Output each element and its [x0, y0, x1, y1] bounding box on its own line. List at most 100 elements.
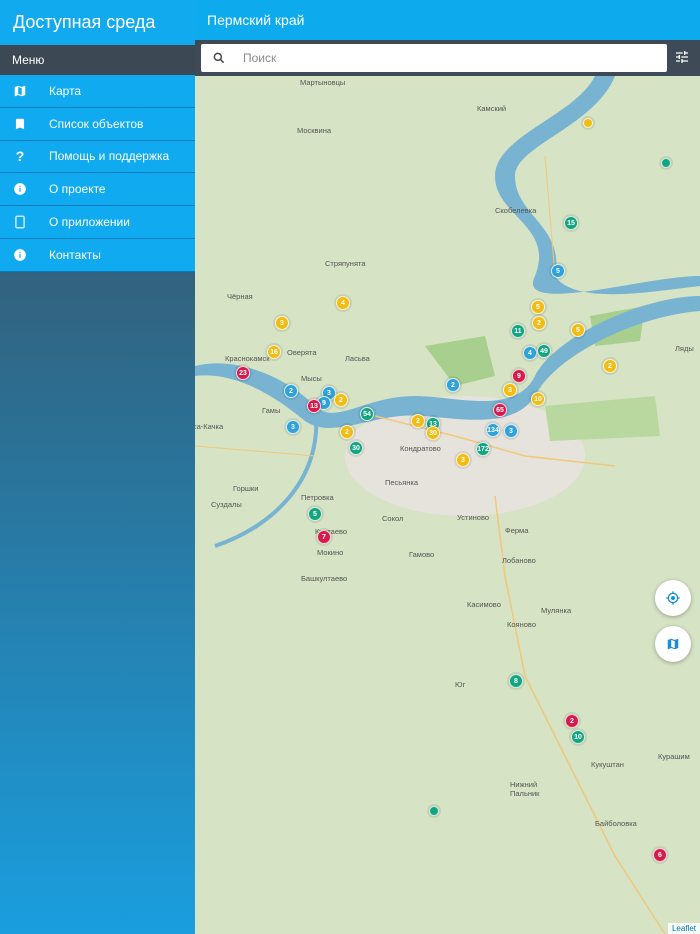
map-marker[interactable]: 54 [360, 407, 374, 421]
map-marker[interactable]: 23 [236, 366, 250, 380]
filter-icon[interactable] [674, 49, 692, 67]
map-place-label: Стряпунята [325, 259, 366, 268]
map-marker[interactable] [661, 158, 671, 168]
sidebar-item-label: Контакты [49, 247, 101, 262]
map-marker[interactable]: 3 [275, 316, 289, 330]
map-place-label: Кукуштан [591, 760, 624, 769]
map-place-label: Камский [477, 104, 507, 113]
map-place-label: Горшки [233, 484, 259, 493]
menu-label: Меню [0, 45, 195, 75]
map-place-label: Мысы [301, 374, 322, 383]
bookmark-icon [2, 117, 38, 131]
map-place-label: Чёрная [227, 292, 253, 301]
map-layers-button[interactable] [655, 626, 691, 662]
map-place-label: Устиново [457, 513, 490, 522]
map-marker[interactable]: 15 [564, 216, 578, 230]
map-marker[interactable]: 2 [340, 425, 354, 439]
app-title: Доступная среда [0, 0, 195, 45]
map-marker[interactable]: 4 [523, 346, 537, 360]
map-marker[interactable]: 49 [537, 344, 551, 358]
search-box[interactable] [201, 44, 667, 72]
location-target-icon [666, 591, 680, 605]
map-marker[interactable]: 5 [531, 300, 545, 314]
map-place-label: Оса-Качка [195, 422, 224, 431]
map-marker[interactable]: 10 [531, 392, 545, 406]
sidebar-item-map[interactable]: Карта [0, 75, 195, 108]
info-icon [2, 182, 38, 196]
map-view[interactable]: Мартыновцы Камский Москвина Краснокамск … [195, 76, 700, 934]
map-place-label: Суздалы [211, 500, 242, 509]
sidebar-item-about-project[interactable]: О проекте [0, 173, 195, 207]
map-marker[interactable]: 30 [426, 426, 440, 440]
map-place-label: Ласьва [345, 354, 370, 363]
search-input[interactable] [243, 51, 643, 65]
map-marker[interactable]: 2 [603, 359, 617, 373]
tablet-icon [2, 215, 38, 229]
map-marker[interactable]: 3 [456, 453, 470, 467]
search-bar [195, 40, 700, 76]
map-marker[interactable]: 5 [308, 507, 322, 521]
map-marker[interactable]: 2 [565, 714, 579, 728]
map-place-label: Сокол [382, 514, 404, 523]
info-icon [2, 248, 38, 262]
map-marker[interactable] [583, 118, 593, 128]
region-title: Пермский край [195, 0, 700, 40]
map-marker[interactable]: 16 [267, 345, 281, 359]
map-marker[interactable] [429, 806, 439, 816]
sidebar-item-objects-list[interactable]: Список объектов [0, 107, 195, 141]
map-place-label: Кояново [507, 620, 536, 629]
sidebar-item-label: Помощь и поддержка [49, 149, 170, 164]
map-place-label: Петровка [301, 493, 334, 502]
sidebar: Доступная среда Меню Карта Список объект… [0, 0, 195, 934]
search-icon [201, 51, 237, 65]
map-attribution[interactable]: Leaflet [667, 923, 700, 934]
sidebar-item-about-app[interactable]: О приложении [0, 206, 195, 239]
map-marker[interactable]: 3 [286, 420, 300, 434]
map-place-label: Башкултаево [301, 574, 348, 583]
map-place-label: Кондратово [400, 444, 441, 453]
sidebar-item-label: О приложении [49, 215, 130, 230]
map-marker[interactable]: 2 [284, 384, 298, 398]
map-place-label: Нижний Пальник [510, 780, 540, 798]
sidebar-item-label: Карта [49, 83, 82, 98]
map-marker[interactable]: 2 [532, 316, 546, 330]
map-marker[interactable]: 3 [503, 383, 517, 397]
map-marker[interactable]: 7 [317, 530, 331, 544]
map-marker[interactable]: 172 [476, 442, 490, 456]
sidebar-item-contacts[interactable]: Контакты [0, 238, 195, 272]
map-marker[interactable]: 13 [307, 399, 321, 413]
map-marker[interactable]: 11 [511, 324, 525, 338]
map-marker[interactable]: 2 [411, 414, 425, 428]
sidebar-item-label: Список объектов [49, 116, 144, 131]
map-marker[interactable]: 5 [551, 264, 565, 278]
map-marker[interactable]: 2 [334, 393, 348, 407]
map-marker[interactable]: 5 [571, 323, 585, 337]
map-place-label: Курашим [658, 752, 690, 761]
map-place-label: Скобелевка [495, 206, 537, 215]
sidebar-item-label: О проекте [49, 182, 106, 197]
map-icon [2, 84, 38, 98]
map-marker[interactable]: 3 [504, 424, 518, 438]
question-icon: ? [15, 148, 25, 165]
map-place-label: Касимово [467, 600, 501, 609]
map-place-label: Москвина [297, 126, 332, 135]
map-marker[interactable]: 4 [336, 296, 350, 310]
map-marker[interactable]: 9 [512, 369, 526, 383]
map-place-label: Гамы [262, 406, 281, 415]
map-place-label: Ферма [505, 526, 529, 535]
map-place-label: Юг [455, 680, 466, 689]
map-place-label: Байболовка [595, 819, 637, 828]
map-marker[interactable]: 30 [349, 441, 363, 455]
map-place-label: Мокино [317, 548, 344, 557]
map-marker[interactable]: 10 [571, 730, 585, 744]
map-place-label: Ляды [675, 344, 694, 353]
map-marker[interactable]: 6 [653, 848, 667, 862]
map-place-label: Песьянка [385, 478, 419, 487]
map-icon [667, 638, 679, 650]
map-marker[interactable]: 8 [509, 674, 523, 688]
map-marker[interactable]: 65 [493, 403, 507, 417]
sidebar-item-help[interactable]: ? Помощь и поддержка [0, 140, 195, 174]
map-marker[interactable]: 2 [446, 378, 460, 392]
locate-me-button[interactable] [655, 580, 691, 616]
map-marker[interactable]: 134 [486, 423, 500, 437]
